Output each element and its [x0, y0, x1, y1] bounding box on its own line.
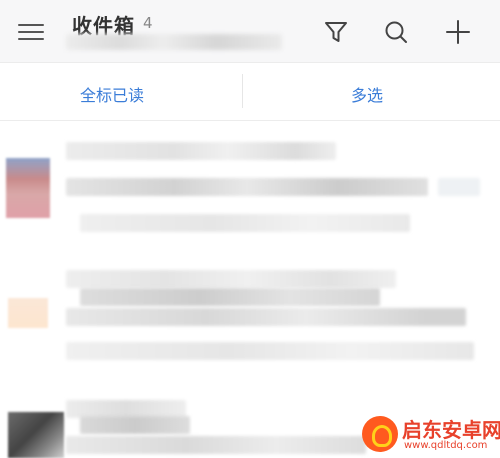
mail-preview-blurred — [80, 214, 410, 232]
watermark-url: www.qdltdq.com — [404, 440, 488, 451]
mail-sender-blurred — [80, 288, 380, 306]
mail-list-item[interactable] — [0, 268, 500, 368]
filter-icon[interactable] — [322, 18, 350, 46]
unread-count: 4 — [143, 14, 153, 32]
actions-divider — [0, 120, 500, 121]
mail-list-item[interactable] — [0, 140, 500, 240]
account-subtitle — [66, 34, 282, 50]
search-icon[interactable] — [382, 18, 410, 46]
mark-all-read-button[interactable]: 全标已读 — [80, 82, 144, 106]
mail-sender-blurred — [66, 178, 428, 196]
mail-subject-blurred — [66, 142, 336, 160]
mail-date-blurred — [438, 178, 480, 196]
watermark-logo-icon — [362, 416, 398, 452]
mail-preview-blurred — [66, 308, 466, 326]
action-separator — [242, 74, 243, 108]
multi-select-button[interactable]: 多选 — [351, 82, 383, 106]
site-watermark: 启东安卓网 www.qdltdq.com — [362, 412, 500, 456]
mail-preview-blurred — [66, 436, 366, 454]
header-divider — [0, 62, 500, 63]
sender-avatar — [6, 158, 50, 218]
mail-subject-blurred — [66, 270, 396, 288]
add-icon[interactable] — [444, 18, 472, 46]
menu-icon[interactable] — [16, 20, 46, 44]
watermark-title: 启东安卓网 — [402, 418, 500, 442]
sender-avatar — [8, 298, 48, 328]
sender-avatar — [8, 412, 64, 458]
mail-sender-blurred — [80, 416, 190, 434]
mail-preview-blurred — [66, 342, 474, 360]
top-bar: 收件箱 4 — [0, 0, 500, 62]
